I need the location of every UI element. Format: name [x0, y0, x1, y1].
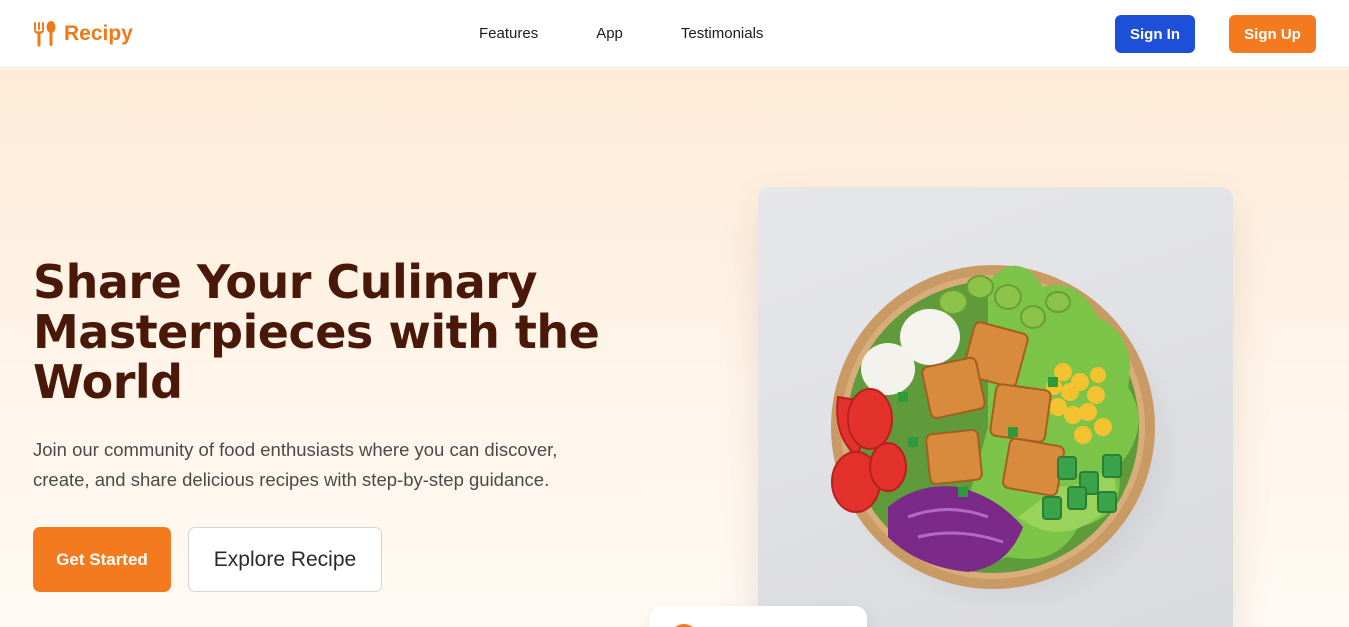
explore-recipe-button[interactable]: Explore Recipe: [188, 527, 382, 592]
nav-link-features[interactable]: Features: [479, 25, 538, 42]
sign-in-button[interactable]: Sign In: [1115, 15, 1195, 53]
brand-logo[interactable]: Recipy: [32, 20, 133, 48]
hero-food-image: [758, 187, 1233, 627]
floating-info-card: [650, 606, 867, 627]
brand-name: Recipy: [64, 22, 133, 45]
hero-subtitle: Join our community of food enthusiasts w…: [33, 439, 558, 490]
main-nav: Features App Testimonials: [479, 25, 763, 42]
top-navbar: Recipy Features App Testimonials Sign In…: [0, 0, 1349, 68]
nav-link-app[interactable]: App: [596, 25, 623, 42]
nav-link-testimonials[interactable]: Testimonials: [681, 25, 764, 42]
fork-spoon-icon: [34, 21, 56, 47]
sign-up-button[interactable]: Sign Up: [1229, 15, 1316, 53]
salad-bowl-illustration: [831, 265, 1183, 612]
hero-title: Share Your Culinary Masterpieces with th…: [33, 255, 600, 409]
get-started-button[interactable]: Get Started: [33, 527, 171, 592]
hero-section: Share Your Culinary Masterpieces with th…: [0, 69, 1349, 627]
